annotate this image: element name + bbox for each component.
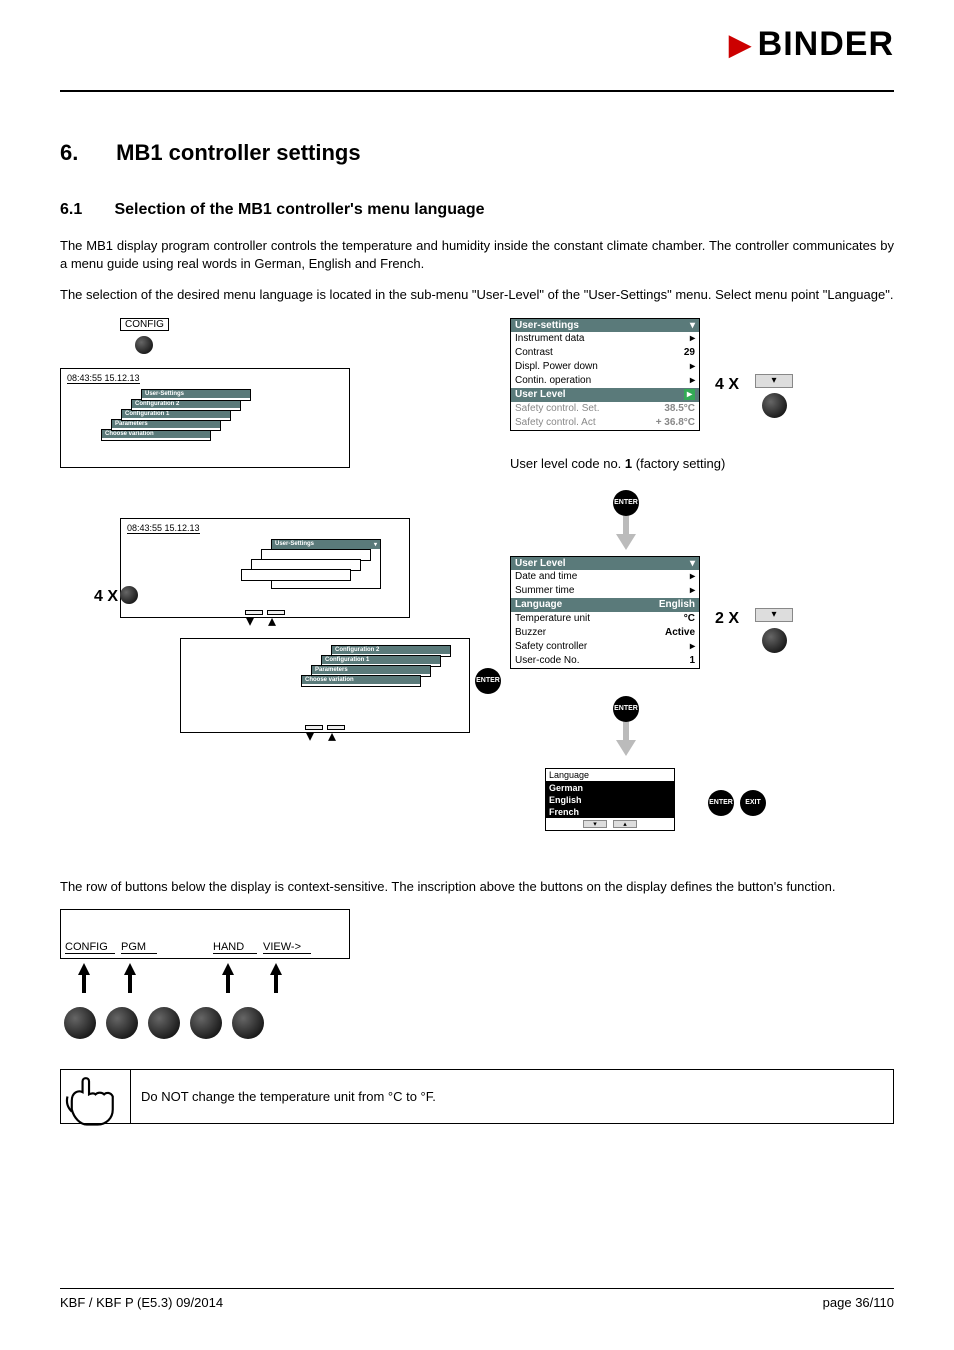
footer-right: page 36/110 bbox=[823, 1295, 894, 1310]
enter-button-4: ENTER bbox=[708, 790, 734, 816]
knob-1 bbox=[64, 1007, 96, 1039]
knob-icon-2 bbox=[120, 586, 138, 604]
section-heading: 6. MB1 controller settings bbox=[60, 140, 894, 166]
menu-user-level: User Level▾ Date and time▸Summer time▸La… bbox=[510, 556, 700, 669]
menu-row: BuzzerActive bbox=[511, 626, 699, 640]
screen-2: 08:43:55 15.12.13 User-Settings▾ ▾▴ bbox=[120, 518, 410, 618]
menu-row: User-code No.1 bbox=[511, 654, 699, 668]
menu-row: User Level▸ bbox=[511, 388, 699, 402]
section-title: MB1 controller settings bbox=[116, 140, 360, 165]
menu-row: Date and time▸ bbox=[511, 570, 699, 584]
page-footer: KBF / KBF P (E5.3) 09/2014 page 36/110 bbox=[60, 1288, 894, 1310]
timestamp-2: 08:43:55 15.12.13 bbox=[127, 523, 200, 534]
menu-row: Safety controller▸ bbox=[511, 640, 699, 654]
menu-row: Temperature unit°C bbox=[511, 612, 699, 626]
knob-4 bbox=[190, 1007, 222, 1039]
knob-2 bbox=[106, 1007, 138, 1039]
user-level-note: User level code no. 1 (factory setting) bbox=[510, 456, 725, 471]
menu-row: Displ. Power down▸ bbox=[511, 360, 699, 374]
brand-logo: ▶ BINDER bbox=[729, 25, 894, 64]
paragraph-1: The MB1 display program controller contr… bbox=[60, 237, 894, 272]
menu-row: Contrast29 bbox=[511, 346, 699, 360]
subsection-title: Selection of the MB1 controller's menu l… bbox=[114, 201, 484, 218]
footer-left: KBF / KBF P (E5.3) 09/2014 bbox=[60, 1295, 223, 1310]
btn-label-config: CONFIG bbox=[65, 941, 115, 954]
down-key-1: ▾ bbox=[755, 374, 793, 388]
btn-label-view: VIEW-> bbox=[263, 941, 311, 954]
menu-language: Language German English French ▾▴ bbox=[545, 768, 675, 831]
diagram-area: CONFIG 08:43:55 15.12.13 Choose variatio… bbox=[60, 318, 894, 878]
section-number: 6. bbox=[60, 140, 110, 166]
count-4x-left: 4 X bbox=[94, 588, 118, 606]
btn-label-hand: HAND bbox=[213, 941, 257, 954]
paragraph-2: The selection of the desired menu langua… bbox=[60, 286, 894, 304]
menu-user-settings: User-settings▾ Instrument data▸Contrast2… bbox=[510, 318, 700, 431]
knob-icon-4 bbox=[762, 628, 787, 653]
header-rule bbox=[60, 90, 894, 92]
count-2x: 2 X bbox=[715, 610, 739, 628]
brand-text: BINDER bbox=[758, 25, 894, 64]
warning-box: Do NOT change the temperature unit from … bbox=[60, 1069, 894, 1124]
config-label: CONFIG bbox=[120, 318, 169, 331]
warning-text: Do NOT change the temperature unit from … bbox=[131, 1070, 893, 1123]
menu-row: Summer time▸ bbox=[511, 584, 699, 598]
buttons-diagram: CONFIG PGM HAND VIEW-> bbox=[60, 909, 350, 1039]
menu-row: Contin. operation▸ bbox=[511, 374, 699, 388]
enter-button-2: ENTER bbox=[613, 490, 639, 516]
logo-mark-icon: ▶ bbox=[729, 28, 752, 61]
pointing-hand-icon bbox=[61, 1062, 130, 1131]
menu-row: Safety control. Act+ 36.8°C bbox=[511, 416, 699, 430]
down-key-2: ▾ bbox=[755, 608, 793, 622]
menu-row: LanguageEnglish bbox=[511, 598, 699, 612]
knob-icon-3 bbox=[762, 393, 787, 418]
menu-row: Safety control. Set.38.5°C bbox=[511, 402, 699, 416]
knob-5 bbox=[232, 1007, 264, 1039]
knob-icon bbox=[135, 336, 153, 354]
screen-1: 08:43:55 15.12.13 Choose variation Param… bbox=[60, 368, 350, 468]
paragraph-3: The row of buttons below the display is … bbox=[60, 878, 894, 896]
subsection-number: 6.1 bbox=[60, 201, 110, 219]
enter-button-3: ENTER bbox=[613, 696, 639, 722]
menu-row: Instrument data▸ bbox=[511, 332, 699, 346]
screen-3: Configuration 2 Configuration 1 Paramete… bbox=[180, 638, 470, 733]
subsection-heading: 6.1 Selection of the MB1 controller's me… bbox=[60, 201, 894, 219]
enter-button-1: ENTER bbox=[475, 668, 501, 694]
count-4x-right: 4 X bbox=[715, 376, 739, 394]
knob-3 bbox=[148, 1007, 180, 1039]
btn-label-pgm: PGM bbox=[121, 941, 157, 954]
timestamp-1: 08:43:55 15.12.13 bbox=[67, 373, 140, 384]
hand-icon bbox=[61, 1070, 131, 1123]
exit-button: EXIT bbox=[740, 790, 766, 816]
